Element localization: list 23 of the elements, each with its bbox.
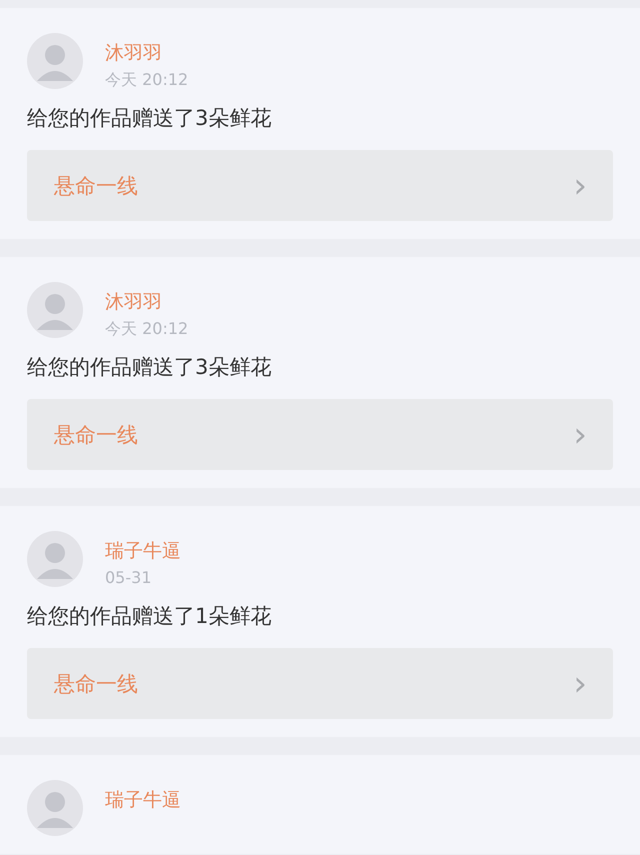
user-name[interactable]: 瑞子牛逼 bbox=[105, 539, 181, 563]
work-title: 悬命一线 bbox=[54, 172, 138, 200]
work-title: 悬命一线 bbox=[54, 422, 138, 448]
chevron-icon: › bbox=[573, 418, 587, 452]
user-name[interactable]: 瑞子牛逼 bbox=[105, 788, 181, 812]
user-name[interactable]: 沐羽羽 bbox=[105, 41, 188, 65]
timestamp: 今天 20:12 bbox=[105, 319, 188, 339]
work-link[interactable]: 悬命一线 › bbox=[27, 150, 613, 221]
avatar bbox=[27, 33, 83, 89]
chevron-icon: › bbox=[573, 168, 587, 202]
avatar bbox=[27, 282, 83, 338]
work-title: 悬命一线 bbox=[54, 670, 138, 698]
gift-message: 给您的作品赠送了3朵鲜花 bbox=[27, 354, 272, 381]
avatar bbox=[27, 780, 83, 836]
chevron-icon: › bbox=[573, 666, 587, 700]
gift-message: 给您的作品赠送了3朵鲜花 bbox=[27, 105, 272, 132]
timestamp: 今天 20:12 bbox=[105, 70, 188, 90]
gift-message: 给您的作品赠送了1朵鲜花 bbox=[27, 603, 272, 630]
timestamp: 05-31 bbox=[105, 568, 152, 588]
user-name[interactable]: 沐羽羽 bbox=[105, 290, 188, 314]
avatar bbox=[27, 531, 83, 587]
work-link[interactable]: 悬命一线 › bbox=[27, 648, 613, 719]
work-link[interactable]: 悬命一线 › bbox=[27, 399, 613, 470]
